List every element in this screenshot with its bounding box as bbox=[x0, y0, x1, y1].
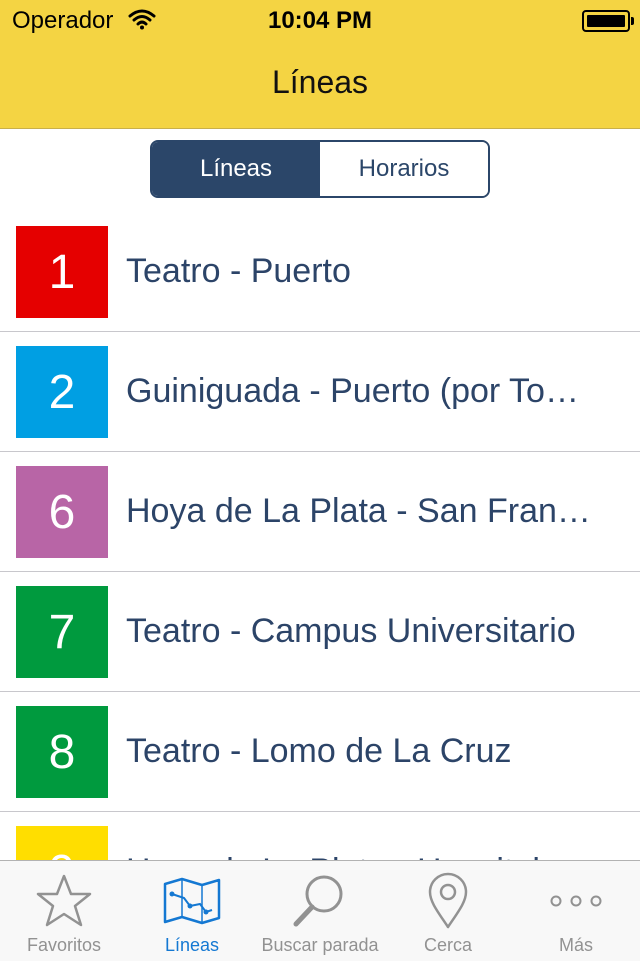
tab-label: Favoritos bbox=[26, 935, 102, 955]
tab-label: Más bbox=[558, 935, 593, 955]
segment-lineas[interactable]: Líneas bbox=[152, 142, 320, 196]
tab-bar: Favoritos Líneas Buscar parada Cerca Más bbox=[0, 860, 640, 961]
line-number-badge: 7 bbox=[16, 586, 108, 678]
line-number-badge: 8 bbox=[16, 706, 108, 798]
tab-label: Buscar parada bbox=[261, 935, 379, 955]
line-row-2[interactable]: 2 Guiniguada - Puerto (por To… bbox=[0, 332, 640, 452]
line-number-badge: 6 bbox=[16, 466, 108, 558]
tab-label: Cerca bbox=[423, 935, 472, 955]
line-name: Teatro - Lomo de La Cruz bbox=[126, 732, 512, 770]
segment-horarios[interactable]: Horarios bbox=[320, 142, 488, 196]
line-name: Teatro - Puerto bbox=[126, 252, 351, 290]
line-row-8[interactable]: 8 Teatro - Lomo de La Cruz bbox=[0, 692, 640, 812]
search-icon bbox=[290, 873, 350, 929]
tab-buscar-parada[interactable]: Buscar parada bbox=[256, 861, 384, 961]
line-name: Hoya de La Plata - San Fran… bbox=[126, 492, 591, 530]
line-name: Teatro - Campus Universitario bbox=[126, 612, 576, 650]
line-number-badge: 2 bbox=[16, 346, 108, 438]
route-map-icon bbox=[162, 873, 222, 929]
lines-list: 1 Teatro - Puerto 2 Guiniguada - Puerto … bbox=[0, 212, 640, 860]
clock: 10:04 PM bbox=[267, 7, 373, 34]
line-row-6[interactable]: 6 Hoya de La Plata - San Fran… bbox=[0, 452, 640, 572]
view-segmented-control: Líneas Horarios bbox=[150, 140, 490, 198]
tab-mas[interactable]: Más bbox=[512, 861, 640, 961]
tab-cerca[interactable]: Cerca bbox=[384, 861, 512, 961]
tab-label: Líneas bbox=[164, 935, 220, 955]
line-name: Hoya de La Plata - Hospital … bbox=[126, 852, 618, 860]
line-number-badge: 1 bbox=[16, 226, 108, 318]
line-row-7[interactable]: 7 Teatro - Campus Universitario bbox=[0, 572, 640, 692]
header: Operador 10:04 PM Líneas bbox=[0, 0, 640, 129]
line-row-1[interactable]: 1 Teatro - Puerto bbox=[0, 212, 640, 332]
tab-lineas[interactable]: Líneas bbox=[128, 861, 256, 961]
page-title: Líneas bbox=[271, 64, 369, 100]
more-icon bbox=[548, 873, 604, 929]
star-icon bbox=[35, 873, 93, 929]
status-bar: Operador 10:04 PM bbox=[0, 0, 640, 40]
line-row-9[interactable]: 9 Hoya de La Plata - Hospital … bbox=[0, 812, 640, 860]
location-pin-icon bbox=[426, 872, 470, 929]
line-name: Guiniguada - Puerto (por To… bbox=[126, 372, 579, 410]
battery-icon bbox=[582, 10, 634, 32]
tab-favoritos[interactable]: Favoritos bbox=[0, 861, 128, 961]
line-number-badge: 9 bbox=[16, 826, 108, 860]
